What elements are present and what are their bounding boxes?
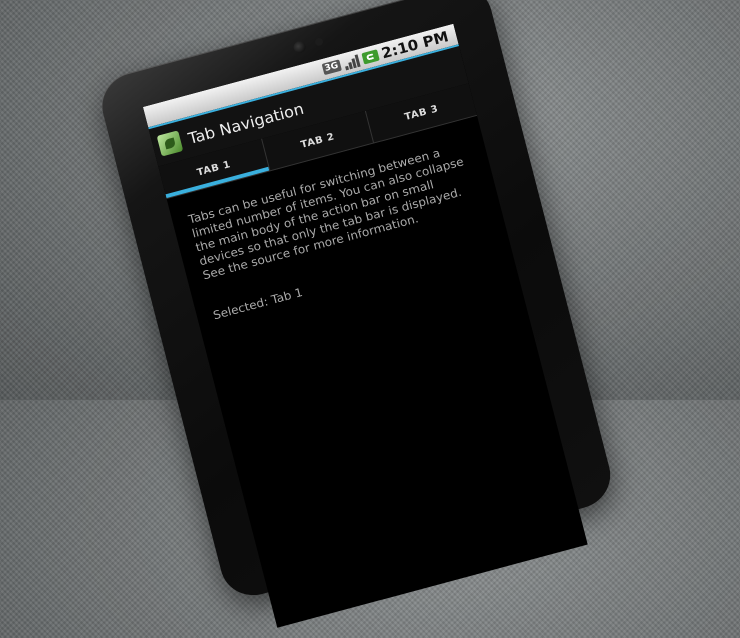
sensor-icon [314, 37, 324, 47]
camera-icon [292, 39, 307, 55]
app-icon[interactable] [156, 130, 184, 157]
battery-icon [360, 49, 380, 65]
tab-label: TAB 3 [403, 103, 440, 123]
tab-label: TAB 2 [299, 131, 336, 151]
signal-icon [342, 54, 361, 71]
tablet-device: 3G 2:10 PM Tab Navigation TAB 1 TAB 2 TA… [95, 0, 618, 628]
tab-label: TAB 1 [195, 158, 232, 179]
network-type: 3G [321, 59, 342, 76]
device-screen: 3G 2:10 PM Tab Navigation TAB 1 TAB 2 TA… [142, 23, 588, 628]
scene: 3G 2:10 PM Tab Navigation TAB 1 TAB 2 TA… [0, 0, 740, 628]
